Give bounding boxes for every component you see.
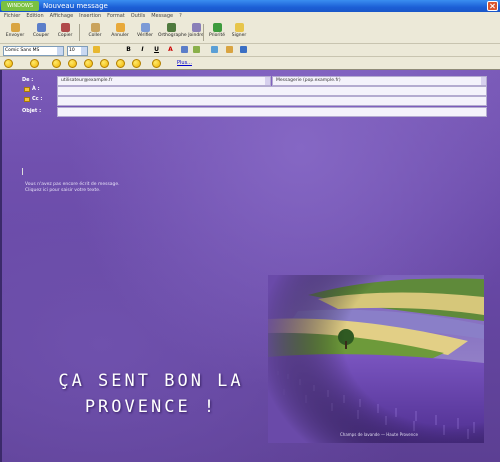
format-toolbar: Comic Sans MS 10 B I U A xyxy=(0,44,500,57)
menu-item-edit[interactable]: Edition xyxy=(26,12,43,21)
send-icon xyxy=(10,23,20,32)
sign-icon xyxy=(234,23,244,32)
attach-icon xyxy=(191,23,201,32)
smiley-icon[interactable] xyxy=(116,59,125,68)
send-button[interactable]: Envoyer xyxy=(3,22,27,43)
paste-button[interactable]: Coller xyxy=(84,22,106,43)
close-icon[interactable] xyxy=(487,1,498,11)
menu-item-view[interactable]: Affichage xyxy=(50,12,74,21)
undo-button[interactable]: Annuler xyxy=(108,22,132,43)
copy-icon xyxy=(60,23,70,32)
italic-button[interactable]: I xyxy=(139,46,146,54)
paragraph-style-icon[interactable] xyxy=(93,46,100,53)
picture-icon[interactable] xyxy=(240,46,247,53)
more-emoticons-link[interactable]: Plus... xyxy=(177,59,192,68)
message-body-text[interactable]: Vous n'avez pas encore écrit de message.… xyxy=(25,182,120,194)
title-bar: WINDOWS MAIL Nouveau message xyxy=(0,0,500,19)
stationery-slogan: ÇA SENT BON LA PROVENCE ! xyxy=(58,371,244,417)
menu-item-insert[interactable]: Insertion xyxy=(79,12,101,21)
cc-label: Cc : xyxy=(32,96,43,102)
cut-icon xyxy=(36,23,46,32)
paste-icon xyxy=(90,23,100,32)
toolbar-separator xyxy=(203,24,204,41)
bold-button[interactable]: B xyxy=(125,46,132,54)
address-book-icon[interactable] xyxy=(24,87,30,92)
smiley-icon[interactable] xyxy=(132,59,141,68)
smiley-icon[interactable] xyxy=(30,59,39,68)
to-label: À : xyxy=(32,86,40,92)
menu-item-tools[interactable]: Outils xyxy=(131,12,145,21)
cut-button[interactable]: Couper xyxy=(29,22,53,43)
chevron-down-icon xyxy=(481,77,486,85)
smiley-icon[interactable] xyxy=(100,59,109,68)
lavender-landscape-graphic xyxy=(268,275,484,443)
spelling-button[interactable]: Orthographe xyxy=(158,22,187,43)
smiley-icon[interactable] xyxy=(152,59,161,68)
font-select[interactable]: Comic Sans MS xyxy=(3,46,64,56)
chevron-down-icon xyxy=(57,47,63,55)
priority-icon xyxy=(212,23,222,32)
sign-button[interactable]: Signer xyxy=(229,22,249,43)
lavender-field-image xyxy=(268,275,484,443)
smiley-icon[interactable] xyxy=(4,59,13,68)
address-book-icon[interactable] xyxy=(24,97,30,102)
copy-button[interactable]: Copier xyxy=(55,22,75,43)
chevron-down-icon xyxy=(81,47,87,55)
check-icon xyxy=(140,23,150,32)
window-title: Nouveau message xyxy=(43,2,108,10)
to-field[interactable] xyxy=(57,86,487,96)
check-button[interactable]: Vérifier xyxy=(134,22,156,43)
cc-field[interactable] xyxy=(57,96,487,106)
undo-icon xyxy=(115,23,125,32)
menu-item-help[interactable]: ? xyxy=(179,12,182,21)
smiley-icon[interactable] xyxy=(52,59,61,68)
main-toolbar: Envoyer Couper Copier Coller Annuler Vér… xyxy=(0,21,500,44)
link-icon[interactable] xyxy=(226,46,233,53)
menu-item-file[interactable]: Fichier xyxy=(4,12,20,21)
underline-button[interactable]: U xyxy=(153,46,160,54)
font-color-button[interactable]: A xyxy=(167,46,174,54)
indent-icon[interactable] xyxy=(193,46,200,53)
smiley-icon[interactable] xyxy=(68,59,77,68)
priority-button[interactable]: Priorité xyxy=(207,22,227,43)
from-field[interactable]: utilisateur@example.fr xyxy=(57,76,271,86)
chevron-down-icon xyxy=(265,77,270,85)
list-icon[interactable] xyxy=(181,46,188,53)
menu-item-format[interactable]: Format xyxy=(107,12,125,21)
from-label: De : xyxy=(22,77,34,83)
photo-caption: Champs de lavande — Haute Provence xyxy=(340,432,418,437)
app-badge: WINDOWS MAIL xyxy=(1,1,39,19)
subject-field[interactable] xyxy=(57,107,487,117)
toolbar-separator xyxy=(79,24,80,41)
font-size-select[interactable]: 10 xyxy=(67,46,88,56)
subject-label: Objet : xyxy=(22,108,42,114)
account-field[interactable]: Messagerie (pop.example.fr) xyxy=(272,76,487,86)
smiley-icon[interactable] xyxy=(84,59,93,68)
menu-item-message[interactable]: Message xyxy=(151,12,173,21)
emoticon-toolbar: Plus... xyxy=(0,57,500,70)
menu-bar: Fichier Edition Affichage Insertion Form… xyxy=(0,12,500,21)
align-icon[interactable] xyxy=(211,46,218,53)
text-caret xyxy=(22,168,23,175)
spell-icon xyxy=(166,23,176,32)
